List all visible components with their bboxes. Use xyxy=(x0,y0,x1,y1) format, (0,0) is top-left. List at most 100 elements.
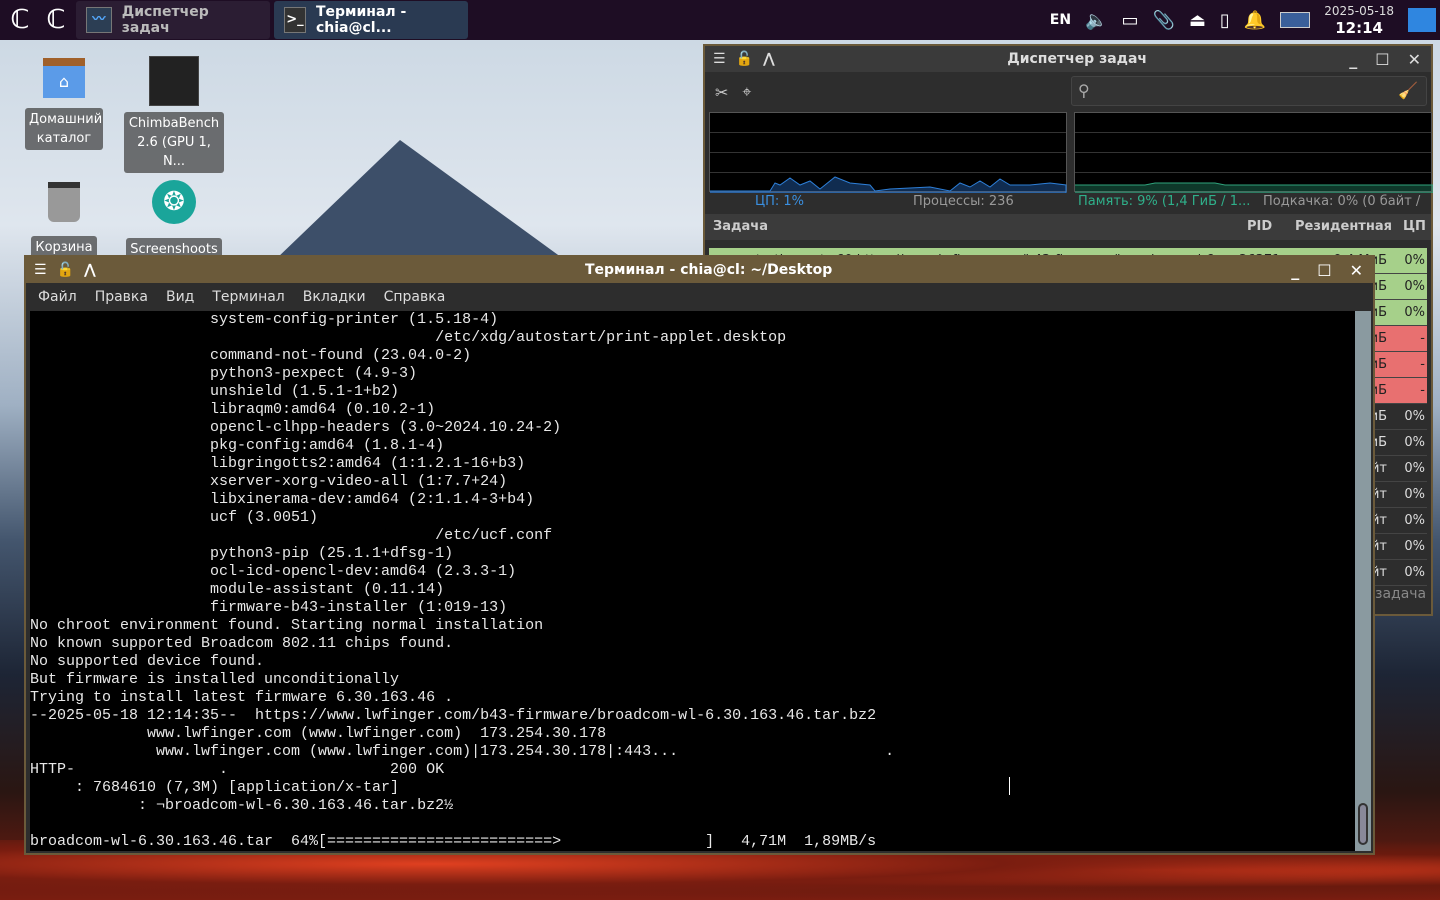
scrollbar-thumb[interactable] xyxy=(1358,803,1368,845)
lock-icon[interactable]: 🔓 xyxy=(736,51,753,67)
app-menu-icon-2[interactable]: ℂ xyxy=(40,4,72,36)
lock-icon[interactable]: 🔓 xyxy=(57,262,74,278)
terminal-line: libgringotts2:amd64 (1:1.2.1-16+b3) xyxy=(30,455,526,472)
text-cursor xyxy=(1009,777,1010,795)
cpu-graph-line xyxy=(710,176,1067,193)
column-pid[interactable]: PID xyxy=(1247,219,1272,234)
column-task[interactable]: Задача xyxy=(713,219,768,234)
terminal-line: --2025-05-18 12:14:35-- https://www.lwfi… xyxy=(30,707,877,724)
terminal-line: /etc/xdg/autostart/print-applet.desktop xyxy=(30,329,787,346)
system-tray: EN 🔈 ▭ 📎 ⏏ ▯ 🔔 2025-05-18 12:14 xyxy=(1050,0,1440,40)
terminal-line: /etc/ucf.conf xyxy=(30,527,553,544)
process-table-header: Задача PID Резидентная ЦП xyxy=(705,214,1431,240)
terminal-line: command-not-found (23.04.0-2) xyxy=(30,347,472,364)
keyboard-layout[interactable]: EN xyxy=(1050,12,1071,28)
trash-icon xyxy=(48,182,80,222)
clear-broom-icon[interactable]: 🧹 xyxy=(1398,81,1418,100)
menu-help[interactable]: Справка xyxy=(384,289,446,305)
target-process-icon[interactable]: ⌖ xyxy=(742,82,751,102)
memory-graph-line xyxy=(1075,182,1433,193)
terminal-line: No chroot environment found. Starting no… xyxy=(30,617,544,634)
keep-above-icon[interactable]: ⋀ xyxy=(84,262,96,278)
minimize-button[interactable]: _ xyxy=(1349,50,1357,69)
show-desktop-icon[interactable] xyxy=(1408,8,1436,32)
menu-view[interactable]: Вид xyxy=(166,289,194,305)
column-resident[interactable]: Резидентная xyxy=(1295,219,1392,234)
menu-bar: Файл Правка Вид Терминал Вкладки Справка xyxy=(26,283,1373,311)
battery-icon[interactable]: ▯ xyxy=(1220,10,1230,31)
title-bar[interactable]: ☰ 🔓 ⋀ Терминал - chia@cl: ~/Desktop _ ☐ ✕ xyxy=(26,257,1373,283)
desktop-icon-chimbabench[interactable]: ChimbaBench 2.6 (GPU 1, N... xyxy=(124,56,224,173)
keep-above-icon[interactable]: ⋀ xyxy=(763,51,775,67)
search-input[interactable]: ⚲ 🧹 xyxy=(1071,76,1427,106)
notification-bell-icon[interactable]: 🔔 xyxy=(1244,10,1266,31)
desktop-icon-label: Домашний каталог xyxy=(25,108,103,150)
process-cpu: - xyxy=(1420,357,1425,372)
end-task-button[interactable]: задача xyxy=(1375,586,1426,602)
terminal-line: ucf (3.0051) xyxy=(30,509,319,526)
eject-icon[interactable]: ⏏ xyxy=(1189,10,1206,31)
terminal-line: system-config-printer (1.5.18-4) xyxy=(30,311,499,328)
terminal-line: module-assistant (0.11.14) xyxy=(30,581,445,598)
cpu-usage: ЦП: 1% xyxy=(755,194,805,209)
desktop-icon-screenshoots[interactable]: ❂ Screenshoots xyxy=(124,180,224,261)
maximize-button[interactable]: ☐ xyxy=(1317,261,1331,280)
terminal-output[interactable]: system-config-printer (1.5.18-4) /etc/xd… xyxy=(30,311,1355,851)
process-cpu: 0% xyxy=(1404,409,1425,424)
chimbabench-icon xyxy=(149,56,199,106)
desktop-icon-home[interactable]: ⌂ Домашний каталог xyxy=(14,58,114,150)
terminal-line: libxinerama-dev:amd64 (2:1.1.4-3+b4) xyxy=(30,491,535,508)
menu-file[interactable]: Файл xyxy=(38,289,77,305)
clock[interactable]: 2025-05-18 12:14 xyxy=(1324,3,1394,37)
taskbar-label: Диспетчер задач xyxy=(121,4,209,36)
process-cpu: - xyxy=(1420,331,1425,346)
activity-monitor-icon: 〰 xyxy=(86,7,112,33)
terminal-line: python3-pexpect (4.9-3) xyxy=(30,365,418,382)
menu-icon[interactable]: ☰ xyxy=(34,262,47,278)
close-button[interactable]: ✕ xyxy=(1350,261,1363,280)
title-bar[interactable]: ☰ 🔓 ⋀ Диспетчер задач _ ☐ ✕ xyxy=(705,46,1431,72)
memory-graph xyxy=(1074,112,1433,193)
taskbar-item-task-manager[interactable]: 〰 Диспетчер задач xyxy=(76,1,270,39)
process-cpu: 0% xyxy=(1404,461,1425,476)
column-cpu[interactable]: ЦП xyxy=(1403,219,1426,234)
settings-tools-icon[interactable]: ✂ xyxy=(715,83,728,102)
maximize-button[interactable]: ☐ xyxy=(1375,50,1389,69)
volume-icon[interactable]: 🔈 xyxy=(1085,10,1107,31)
home-folder-icon: ⌂ xyxy=(43,58,85,98)
camera-shutter-icon: ❂ xyxy=(152,180,196,224)
taskbar-label: Терминал - chia@cl... xyxy=(315,4,407,36)
terminal-line: No supported device found. xyxy=(30,653,265,670)
menu-icon[interactable]: ☰ xyxy=(713,51,726,67)
desktop-icon-trash[interactable]: Корзина xyxy=(14,182,114,259)
app-menu-icon[interactable]: ℂ xyxy=(4,4,36,36)
process-cpu: 0% xyxy=(1404,487,1425,502)
terminal-line: broadcom-wl-6.30.163.46.tar 64%[========… xyxy=(30,833,877,850)
terminal-line: : ¬broadcom-wl-6.30.163.46.tar.bz2½ xyxy=(30,797,454,814)
taskbar-item-terminal[interactable]: >_ Терминал - chia@cl... xyxy=(274,1,468,39)
window-title: Терминал - chia@cl: ~/Desktop xyxy=(584,262,833,278)
window-title: Диспетчер задач xyxy=(1007,51,1148,67)
terminal-line: libraqm0:amd64 (0.10.2-1) xyxy=(30,401,436,418)
workspace-icon[interactable] xyxy=(1280,12,1311,28)
close-button[interactable]: ✕ xyxy=(1408,50,1421,69)
menu-edit[interactable]: Правка xyxy=(95,289,148,305)
terminal-line: xserver-xorg-video-all (1:7.7+24) xyxy=(30,473,508,490)
terminal-line: www.lwfinger.com (www.lwfinger.com)|173.… xyxy=(30,743,895,760)
minimize-button[interactable]: _ xyxy=(1291,261,1299,280)
terminal-line: opencl-clhpp-headers (3.0~2024.10.24-2) xyxy=(30,419,562,436)
menu-tabs[interactable]: Вкладки xyxy=(303,289,366,305)
terminal-line: : 7684610 (7,3M) [application/x-tar] xyxy=(30,779,400,796)
process-cpu: 0% xyxy=(1404,565,1425,580)
terminal-line: But firmware is installed unconditionall… xyxy=(30,671,400,688)
terminal-line: pkg-config:amd64 (1.8.1-4) xyxy=(30,437,445,454)
network-icon[interactable]: ▭ xyxy=(1121,10,1138,31)
cpu-graph xyxy=(709,112,1067,193)
scrollbar[interactable] xyxy=(1355,311,1371,851)
paperclip-icon[interactable]: 📎 xyxy=(1152,10,1174,31)
process-cpu: 0% xyxy=(1404,513,1425,528)
menu-terminal[interactable]: Терминал xyxy=(212,289,284,305)
desktop-icon-label: ChimbaBench 2.6 (GPU 1, N... xyxy=(124,112,224,173)
terminal-line: firmware-b43-installer (1:019-13) xyxy=(30,599,508,616)
terminal-line: ocl-icd-opencl-dev:amd64 (2.3.3-1) xyxy=(30,563,517,580)
